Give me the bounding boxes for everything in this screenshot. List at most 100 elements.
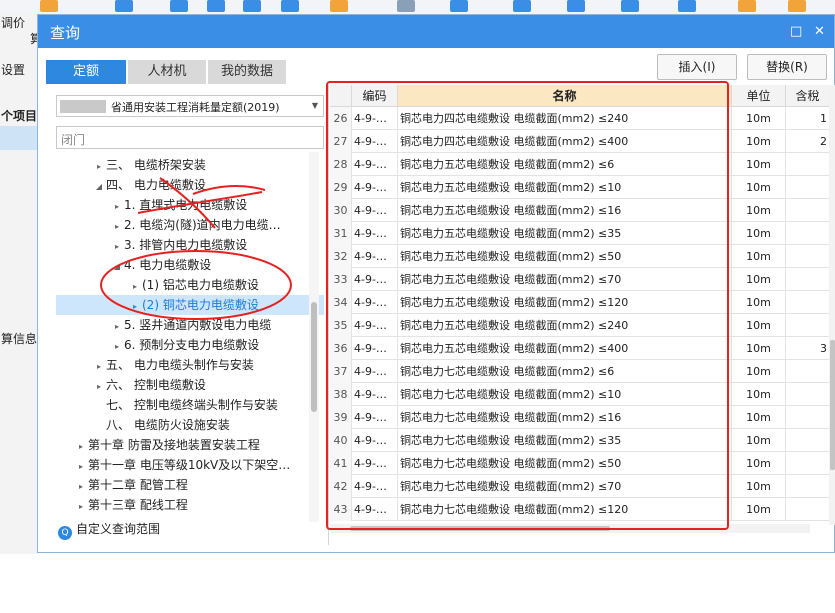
toolbar-icon[interactable] (330, 0, 348, 12)
toolbar-icon[interactable] (207, 0, 225, 12)
restore-icon[interactable]: □ (790, 24, 802, 39)
caret-right-icon[interactable]: ▸ (110, 197, 124, 217)
tree-node[interactable]: 八、 电缆防火设施安装 (92, 415, 230, 435)
tree-node[interactable]: ▸ 6. 预制分支电力电缆敷设 (110, 335, 259, 355)
tree-node[interactable]: ◢ 4. 电力电缆敷设 (110, 255, 211, 275)
tree-node-label: (2) 铜芯电力电缆敷设 (142, 298, 259, 312)
toolbar-icon[interactable] (567, 0, 585, 12)
tree-node[interactable]: ▸ 第十三章 配线工程 (74, 495, 188, 515)
tree-node[interactable]: ▸ 5. 竖井通道内敷设电力电缆 (110, 315, 271, 335)
toolbar-icon[interactable] (115, 0, 133, 12)
annotation-rectangle (326, 81, 729, 530)
cell-unit: 10m (732, 452, 786, 475)
replace-button[interactable]: 替换(R) (747, 54, 827, 80)
tree-node[interactable]: ▸ (2) 铜芯电力电缆敷设 (56, 295, 324, 315)
caret-right-icon[interactable]: ▸ (128, 277, 142, 297)
toolbar-icon[interactable] (678, 0, 696, 12)
dialog-titlebar[interactable]: 查询 □ ✕ (38, 15, 834, 48)
cell-unit: 10m (732, 498, 786, 521)
grid-vertical-scrollbar[interactable] (829, 85, 835, 525)
close-icon[interactable]: ✕ (814, 24, 825, 39)
quota-tree: ▸ 三、 电缆桥架安装 ◢ 四、 电力电缆敷设 ▸ 1. 直埋式电力电缆敷设 ▸ 2. 电缆沟… (56, 152, 324, 522)
tree-node[interactable]: ◢ 四、 电力电缆敷设 (92, 175, 206, 195)
caret-right-icon[interactable]: ▸ (92, 357, 106, 377)
cell-qty (786, 475, 830, 498)
toolbar-icon[interactable] (281, 0, 299, 12)
cell-qty (786, 176, 830, 199)
cell-qty: 1 (786, 107, 830, 130)
tree-node[interactable]: ▸ 六、 控制电缆敷设 (92, 375, 206, 395)
caret-right-icon[interactable]: ▸ (74, 477, 88, 497)
caret-down-icon[interactable]: ◢ (110, 257, 124, 277)
caret-right-icon[interactable]: ▸ (74, 497, 88, 517)
tree-node[interactable]: ▸ (1) 铝芯电力电缆敷设 (128, 275, 259, 295)
custom-range-link[interactable]: Q 自定义查询范围 (58, 520, 160, 540)
tree-node[interactable]: 七、 控制电缆终端头制作与安装 (92, 395, 278, 415)
insert-button[interactable]: 插入(I) (657, 54, 737, 80)
cell-unit: 10m (732, 337, 786, 360)
selected-row (0, 126, 38, 150)
tree-node[interactable]: ▸ 三、 电缆桥架安装 (92, 155, 206, 175)
tree-node-label: 七、 控制电缆终端头制作与安装 (106, 398, 278, 412)
caret-right-icon[interactable]: ▸ (110, 237, 124, 257)
toolbar-icon[interactable] (397, 0, 415, 12)
caret-right-icon[interactable]: ▸ (110, 337, 124, 357)
cell-unit: 10m (732, 153, 786, 176)
tab-my-data[interactable]: 我的数据 (208, 60, 286, 84)
tree-node[interactable]: ▸ 第十一章 电压等级10kV及以下架空… (74, 455, 290, 475)
caret-right-icon[interactable]: ▸ (110, 317, 124, 337)
caret-right-icon[interactable]: ▸ (110, 217, 124, 237)
tree-node-label: 2. 电缆沟(隧)道内电力电缆… (124, 218, 281, 232)
tree-node-label: 第十一章 电压等级10kV及以下架空… (88, 458, 291, 472)
dialog-title: 查询 (50, 24, 81, 42)
header-qty[interactable]: 含稅 (786, 85, 830, 107)
grid-vscroll-thumb[interactable] (830, 340, 835, 470)
search-input[interactable]: 闭门 (56, 126, 324, 149)
tree-node-label: 5. 竖井通道内敷设电力电缆 (124, 318, 272, 332)
cell-qty (786, 222, 830, 245)
cell-unit: 10m (732, 245, 786, 268)
toolbar-icon[interactable] (788, 0, 806, 12)
cell-unit: 10m (732, 314, 786, 337)
cell-unit: 10m (732, 429, 786, 452)
tree-node-label: 八、 电缆防火设施安装 (106, 418, 230, 432)
tree-node[interactable]: ▸ 五、 电力电缆头制作与安装 (92, 355, 254, 375)
tree-node[interactable]: ▸ 2. 电缆沟(隧)道内电力电缆… (110, 215, 281, 235)
caret-right-icon[interactable]: ▸ (74, 457, 88, 477)
tree-node[interactable]: ▸ 3. 排管内电力电缆敷设 (110, 235, 247, 255)
toolbar-icon[interactable] (170, 0, 188, 12)
cell-qty (786, 383, 830, 406)
calc-info-label[interactable]: 算信息 (1, 330, 37, 347)
quota-book-select[interactable]: 省通用安装工程消耗量定额(2019) ▼ (56, 95, 324, 117)
tree-scroll-thumb[interactable] (311, 302, 317, 412)
caret-right-icon[interactable]: ▸ (92, 377, 106, 397)
toolbar-icon[interactable] (450, 0, 468, 12)
toolbar-icon[interactable] (621, 0, 639, 12)
toolbar-icon[interactable] (738, 0, 756, 12)
tree-node[interactable]: ▸ 1. 直埋式电力电缆敷设 (110, 195, 247, 215)
cell-unit: 10m (732, 222, 786, 245)
toolbar-icon[interactable] (243, 0, 261, 12)
header-unit[interactable]: 单位 (732, 85, 786, 107)
caret-right-icon[interactable]: ▸ (74, 437, 88, 457)
tree-scrollbar[interactable] (309, 152, 319, 522)
tab-labor-material[interactable]: 人材机 (128, 60, 206, 84)
caret-down-icon[interactable]: ◢ (92, 177, 106, 197)
toolbar-icon[interactable] (513, 0, 531, 12)
tree-node[interactable]: ▸ 第十章 防雷及接地装置安装工程 (74, 435, 260, 455)
tree-node-label: 4. 电力电缆敷设 (124, 258, 212, 272)
tab-quota[interactable]: 定额 (46, 60, 126, 84)
caret-right-icon[interactable]: ▸ (128, 297, 142, 317)
custom-range-label: 自定义查询范围 (76, 522, 161, 536)
settings-label[interactable]: 设置 (1, 61, 25, 78)
cell-unit: 10m (732, 406, 786, 429)
cell-qty (786, 245, 830, 268)
project-label[interactable]: 个项目 (1, 107, 37, 124)
tree-node[interactable]: ▸ 第十二章 配管工程 (74, 475, 188, 495)
toolbar-icon[interactable] (40, 0, 58, 12)
toolbar-label: 调价 (1, 16, 26, 30)
caret-right-icon[interactable]: ▸ (92, 157, 106, 177)
cell-unit: 10m (732, 130, 786, 153)
search-icon: Q (58, 526, 72, 540)
cell-unit: 10m (732, 383, 786, 406)
